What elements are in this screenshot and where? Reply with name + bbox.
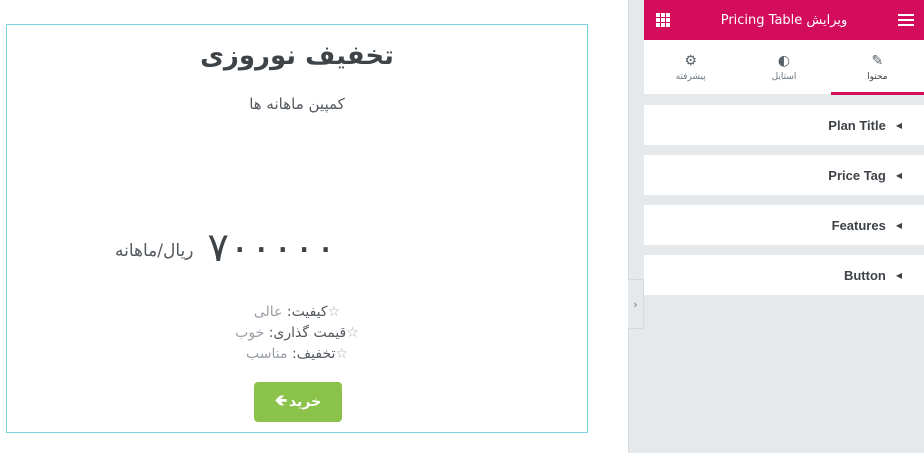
- star-outline-icon: ☆: [327, 304, 341, 320]
- panel-title: ویرایش Pricing Table: [720, 12, 848, 28]
- section-label: Plan Title: [828, 117, 886, 133]
- widgets-grid-icon[interactable]: [656, 13, 670, 27]
- feature-value: خوب: [235, 325, 265, 341]
- tab-label: محتوا: [867, 71, 888, 82]
- section-label: Features: [831, 217, 886, 233]
- feature-item: ☆تخفیف: مناسب: [7, 344, 587, 365]
- feature-label: تخفیف:: [291, 346, 336, 362]
- buy-button[interactable]: خرید 🡸: [254, 382, 342, 422]
- editor-panel: ویرایش Pricing Table ✎ محتوا ◐ استایل ⚙ …: [644, 0, 924, 453]
- panel-divider: [628, 0, 644, 453]
- menu-icon[interactable]: [898, 14, 914, 26]
- features-list: ☆کیفیت: عالی ☆قیمت گذاری: خوب ☆تخفیف: من…: [7, 302, 587, 365]
- half-circle-icon: ◐: [777, 52, 791, 69]
- section-features[interactable]: Features ◀: [644, 205, 924, 245]
- collapse-panel-toggle[interactable]: ›: [628, 279, 644, 329]
- chevron-right-icon: ›: [633, 297, 638, 311]
- tab-label: استایل: [771, 71, 797, 82]
- pricing-table[interactable]: تخفیف نوروزی کمپین ماهانه ها ریال/ماهانه…: [6, 24, 588, 433]
- caret-left-icon: ◀: [895, 220, 902, 230]
- caret-left-icon: ◀: [895, 270, 902, 280]
- feature-value: عالی: [253, 304, 283, 320]
- plan-subtitle: کمپین ماهانه ها: [249, 95, 345, 113]
- section-button[interactable]: Button ◀: [644, 255, 924, 295]
- preview-area: تخفیف نوروزی کمپین ماهانه ها ریال/ماهانه…: [0, 0, 628, 453]
- tab-style[interactable]: ◐ استایل: [737, 40, 830, 94]
- feature-item: ☆کیفیت: عالی: [7, 302, 587, 323]
- price-amount: ۷۰۰۰۰۰: [207, 225, 337, 271]
- gear-icon: ⚙: [684, 52, 697, 69]
- buy-button-label: خرید: [289, 394, 322, 410]
- feature-value: مناسب: [246, 346, 288, 362]
- panel-tabs: ✎ محتوا ◐ استایل ⚙ پیشرفته: [644, 40, 924, 95]
- caret-left-icon: ◀: [895, 120, 902, 130]
- star-outline-icon: ☆: [346, 325, 359, 341]
- panel-sections: Plan Title ◀ Price Tag ◀ Features ◀ Butt…: [644, 95, 924, 295]
- plan-title: تخفیف نوروزی: [200, 41, 394, 71]
- price-tag: ریال/ماهانه ۷۰۰۰۰۰: [115, 221, 336, 271]
- feature-label: قیمت گذاری:: [268, 325, 347, 341]
- tab-label: پیشرفته: [675, 71, 706, 82]
- tab-advanced[interactable]: ⚙ پیشرفته: [644, 40, 737, 94]
- caret-left-icon: ◀: [895, 170, 902, 180]
- panel-header: ویرایش Pricing Table: [644, 0, 924, 40]
- feature-label: کیفیت:: [286, 304, 328, 320]
- section-label: Button: [843, 267, 886, 283]
- pencil-icon: ✎: [871, 52, 884, 69]
- price-currency: ریال/ماهانه: [115, 241, 194, 261]
- tab-content[interactable]: ✎ محتوا: [830, 40, 924, 95]
- section-plan-title[interactable]: Plan Title ◀: [644, 105, 924, 145]
- section-price-tag[interactable]: Price Tag ◀: [644, 155, 924, 195]
- arrow-left-icon: 🡸: [274, 390, 288, 409]
- feature-item: ☆قیمت گذاری: خوب: [7, 323, 587, 344]
- star-outline-icon: ☆: [335, 346, 348, 362]
- section-label: Price Tag: [828, 167, 886, 183]
